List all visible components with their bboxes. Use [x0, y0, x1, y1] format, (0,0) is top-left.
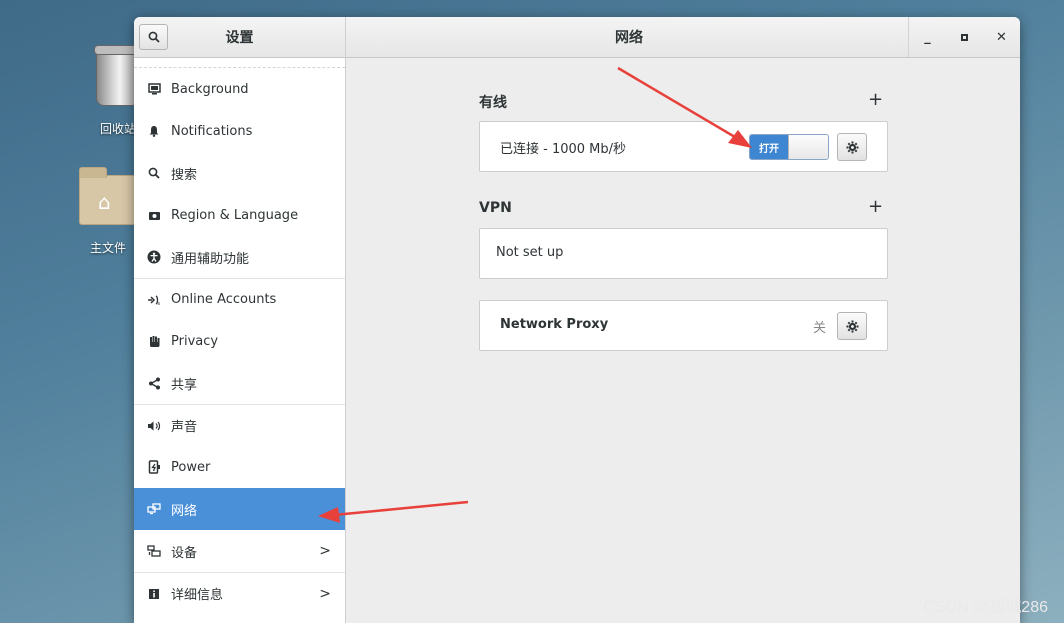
- sidebar: Background Notifications 搜索 Region & Lan…: [134, 58, 346, 623]
- sidebar-item-label: 详细信息: [171, 588, 224, 603]
- home-folder-label: 主文件: [89, 241, 126, 255]
- sidebar-item-label: Online Accounts: [171, 292, 277, 307]
- toggle-on-label: 打开: [750, 135, 788, 159]
- minimize-icon: _: [924, 29, 931, 45]
- sidebar-item-accessibility[interactable]: 通用辅助功能: [134, 236, 345, 278]
- network-icon: [147, 502, 161, 516]
- devices-icon: [147, 544, 161, 558]
- search-icon: [147, 166, 161, 180]
- gear-icon: [846, 320, 858, 332]
- speaker-icon: [147, 419, 161, 433]
- window-controls: _ ✕: [908, 17, 1020, 57]
- watermark: CSDN @孤城286: [923, 599, 1048, 616]
- bell-icon: [147, 124, 161, 138]
- svg-text:s: s: [158, 301, 161, 306]
- sidebar-item-label: Region & Language: [171, 207, 299, 223]
- proxy-state: 关: [813, 321, 827, 336]
- sidebar-item-label: 设备: [171, 545, 198, 561]
- sidebar-item-power[interactable]: Power: [134, 446, 345, 488]
- toggle-knob: [788, 135, 828, 159]
- sidebar-item-label: 通用辅助功能: [171, 251, 250, 267]
- add-wired-button[interactable]: +: [868, 89, 883, 110]
- sidebar-item-privacy[interactable]: Privacy: [134, 320, 345, 362]
- wired-toggle[interactable]: 打开: [749, 134, 829, 160]
- close-button[interactable]: ✕: [990, 25, 1014, 49]
- sidebar-item-devices[interactable]: 设备 >: [134, 530, 345, 572]
- sidebar-item-label: Background: [171, 81, 249, 97]
- hand-icon: [147, 334, 161, 348]
- folder-icon: ⌂: [79, 167, 137, 225]
- search-icon: [148, 31, 160, 43]
- plus-icon: +: [868, 196, 884, 217]
- wired-status: 已连接 - 1000 Mb/秒: [500, 142, 627, 157]
- sidebar-item-label: 网络: [171, 503, 198, 519]
- power-icon: [147, 460, 161, 474]
- background-icon: [147, 82, 161, 96]
- sidebar-item-label: Notifications: [171, 123, 253, 139]
- plus-icon: +: [868, 89, 884, 110]
- network-panel: 有线 + 已连接 - 1000 Mb/秒 打开 VPN + Not set up…: [346, 58, 1020, 623]
- add-vpn-button[interactable]: +: [868, 196, 883, 217]
- maximize-icon: [961, 33, 968, 41]
- share-icon: [147, 376, 161, 390]
- sidebar-header: 设置: [134, 17, 346, 57]
- wired-heading: 有线: [479, 95, 507, 111]
- sidebar-item-notifications[interactable]: Notifications: [134, 110, 345, 152]
- info-icon: [147, 587, 161, 601]
- settings-window: 设置 网络 _ ✕ Background Notifications 搜索 Re…: [134, 17, 1020, 623]
- minimize-button[interactable]: _: [916, 25, 940, 49]
- sidebar-item-background[interactable]: Background: [134, 68, 345, 110]
- sidebar-item-search[interactable]: 搜索: [134, 152, 345, 194]
- house-icon: ⌂: [98, 190, 111, 214]
- online-accounts-icon: s: [147, 293, 161, 307]
- scroll-edge: [134, 58, 345, 68]
- vpn-heading: VPN: [479, 200, 512, 216]
- sidebar-item-online-accounts[interactable]: s Online Accounts: [134, 278, 345, 320]
- wired-connection-row: 已连接 - 1000 Mb/秒 打开: [479, 121, 888, 172]
- main-header: 网络 _ ✕: [346, 17, 1020, 57]
- sidebar-item-label: 共享: [171, 377, 198, 393]
- accessibility-icon: [147, 250, 161, 264]
- sidebar-item-label: Privacy: [171, 333, 219, 349]
- sidebar-item-details[interactable]: 详细信息 >: [134, 572, 345, 614]
- sidebar-item-label: Power: [171, 459, 211, 475]
- vpn-row: Not set up: [479, 228, 888, 279]
- close-icon: ✕: [996, 29, 1007, 45]
- sidebar-item-sound[interactable]: 声音: [134, 404, 345, 446]
- camera-icon: [147, 208, 161, 222]
- chevron-right-icon: >: [319, 586, 331, 602]
- sidebar-item-label: 声音: [171, 420, 198, 435]
- sidebar-item-network[interactable]: 网络: [134, 488, 345, 530]
- proxy-settings-button[interactable]: [837, 312, 867, 340]
- sidebar-item-sharing[interactable]: 共享: [134, 362, 345, 404]
- gear-icon: [846, 141, 858, 153]
- sidebar-item-label: 搜索: [171, 167, 198, 183]
- chevron-right-icon: >: [319, 543, 331, 559]
- wired-settings-button[interactable]: [837, 133, 867, 161]
- titlebar: 设置 网络 _ ✕: [134, 17, 1020, 58]
- search-button[interactable]: [139, 24, 168, 50]
- vpn-status: Not set up: [496, 245, 564, 260]
- home-folder-desktop-icon[interactable]: ⌂ 主文件: [78, 167, 138, 256]
- network-proxy-row[interactable]: Network Proxy 关: [479, 300, 888, 351]
- maximize-button[interactable]: [953, 25, 977, 49]
- network-proxy-label: Network Proxy: [500, 317, 609, 332]
- sidebar-item-region-language[interactable]: Region & Language: [134, 194, 345, 236]
